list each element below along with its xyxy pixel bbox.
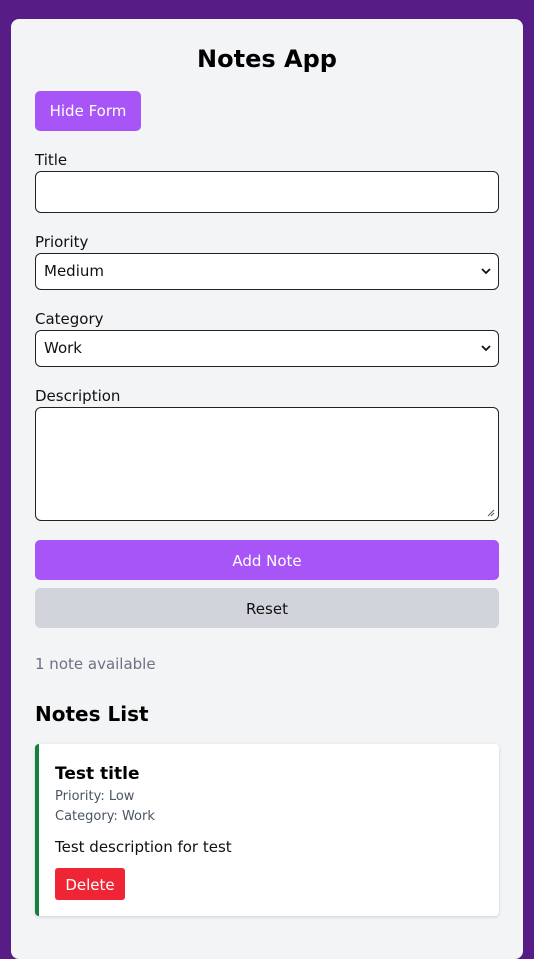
note-priority: Priority: Low	[55, 789, 135, 804]
delete-note-button[interactable]: Delete	[55, 868, 125, 900]
reset-button[interactable]: Reset	[35, 588, 499, 628]
hide-form-button[interactable]: Hide Form	[35, 91, 141, 131]
title-label: Title	[35, 151, 68, 169]
add-note-button[interactable]: Add Note	[35, 540, 499, 580]
chevron-down-icon	[481, 268, 491, 275]
chevron-down-icon	[481, 345, 491, 352]
note-description: Test description for test	[55, 838, 232, 856]
category-label: Category	[35, 310, 104, 328]
title-input[interactable]	[35, 171, 499, 213]
notes-count: 1 note available	[35, 655, 156, 673]
category-select[interactable]: Work	[35, 330, 499, 367]
note-card: Test title Priority: Low Category: Work …	[35, 744, 499, 916]
category-select-value: Work	[44, 339, 82, 357]
resize-grip-icon[interactable]	[487, 509, 495, 517]
page-title: Notes App	[197, 45, 337, 73]
notes-list-title: Notes List	[35, 702, 149, 726]
priority-select-value: Medium	[44, 262, 104, 280]
note-title: Test title	[55, 764, 140, 784]
priority-label: Priority	[35, 233, 89, 251]
description-textarea[interactable]	[35, 407, 499, 521]
priority-select[interactable]: Medium	[35, 253, 499, 290]
description-label: Description	[35, 387, 121, 405]
note-category: Category: Work	[55, 809, 155, 824]
